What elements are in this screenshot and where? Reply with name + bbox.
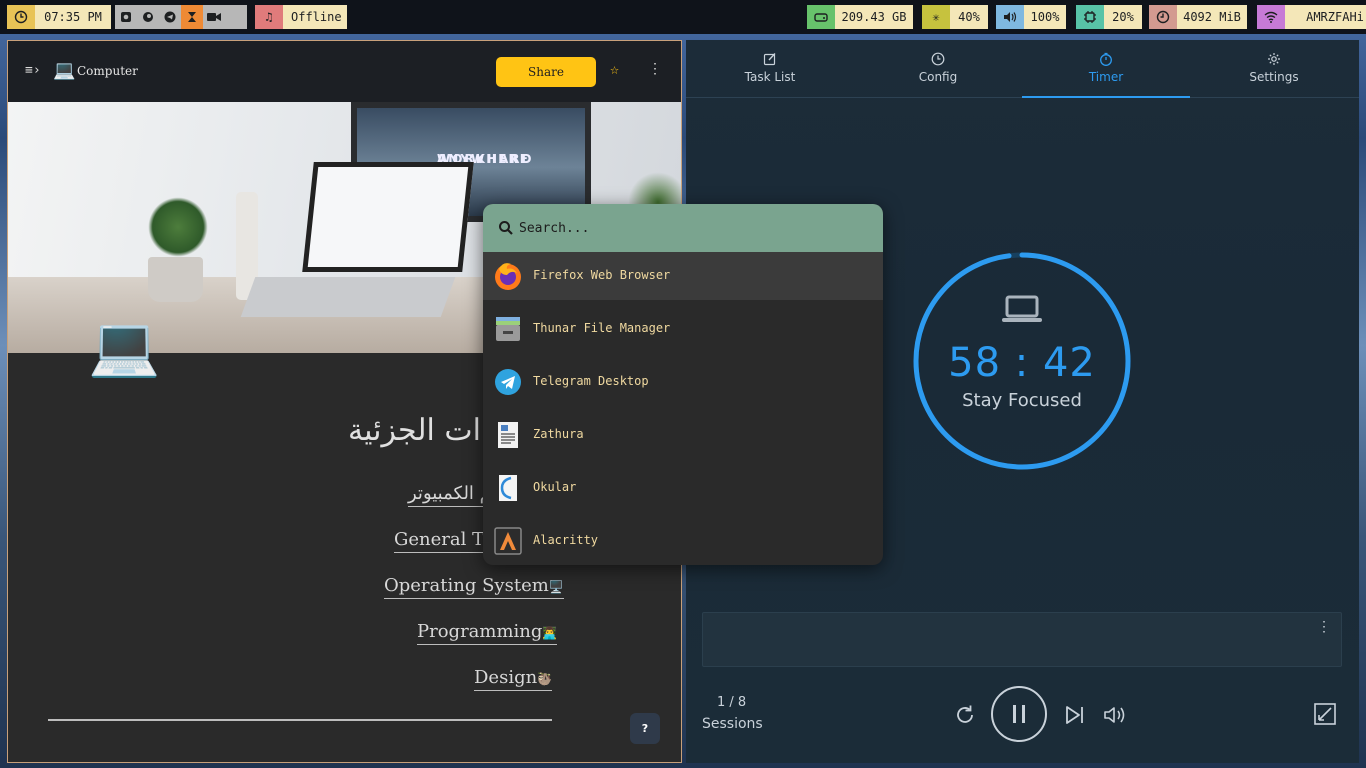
app-name: Alacritty	[533, 533, 599, 547]
gear-icon	[1190, 52, 1358, 68]
hourglass-icon[interactable]	[181, 5, 203, 29]
volume-icon[interactable]	[1102, 702, 1130, 728]
timer-icon	[1022, 52, 1190, 68]
speaker-icon	[996, 5, 1024, 29]
app-launcher: Firefox Web Browser Thunar File Manager …	[483, 204, 883, 565]
site-header: ≡› 💻 Computer Share ☆ ⋮	[8, 41, 681, 102]
app-name: Okular	[533, 480, 577, 494]
pause-icon	[1013, 705, 1025, 723]
reset-icon[interactable]	[952, 702, 978, 728]
search-input[interactable]	[519, 218, 859, 238]
tab-timer[interactable]: Timer	[1022, 40, 1190, 98]
temperature-module[interactable]: 20%	[1076, 5, 1142, 29]
app-name: Telegram Desktop	[533, 374, 649, 388]
tab-bar: Task List Config Timer Settings	[686, 40, 1359, 98]
cpu-usage: 40%	[950, 5, 988, 29]
laptop-icon: 💻	[53, 60, 76, 81]
music-status: Offline	[283, 5, 347, 29]
cpu-load-icon: ✳	[922, 5, 950, 29]
app-item-okular[interactable]: Okular	[483, 464, 883, 512]
timer-label: Stay Focused	[962, 390, 1082, 411]
video-camera-icon[interactable]	[203, 5, 225, 29]
terminal-icon	[494, 527, 522, 555]
nav-link-design[interactable]: Design🦥	[474, 667, 553, 691]
timer-time: 58 : 42	[948, 340, 1096, 386]
clock-module[interactable]: 07:35 PM	[7, 5, 111, 29]
network-name: AMRZFAHi	[1285, 5, 1366, 29]
search-bar	[483, 204, 883, 252]
star-icon[interactable]: ☆	[610, 60, 619, 78]
tab-task-list[interactable]: Task List	[686, 40, 854, 98]
pause-button[interactable]	[991, 686, 1047, 742]
top-bar: 07:35 PM ♫ Offline 209.43 GB ✳ 40% 100% …	[0, 0, 1366, 34]
divider	[48, 719, 552, 721]
help-button[interactable]: ?	[630, 713, 660, 744]
site-title[interactable]: Computer	[77, 64, 138, 78]
page-icon: 💻	[88, 312, 161, 380]
telegram-icon[interactable]	[159, 5, 181, 29]
share-button[interactable]: Share	[496, 57, 596, 87]
app-item-firefox[interactable]: Firefox Web Browser	[483, 252, 883, 300]
task-note-card[interactable]: ⋮	[702, 612, 1342, 667]
okular-icon	[499, 475, 517, 501]
app-name: Thunar File Manager	[533, 321, 671, 335]
search-icon	[499, 221, 513, 235]
laptop-icon	[1002, 295, 1042, 322]
app-name: Zathura	[533, 427, 584, 441]
app-item-thunar[interactable]: Thunar File Manager	[483, 305, 883, 353]
firefox-icon	[495, 263, 521, 290]
menu-toggle-icon[interactable]: ≡›	[25, 63, 41, 78]
volume-module[interactable]: 100%	[996, 5, 1066, 29]
app-item-telegram[interactable]: Telegram Desktop	[483, 358, 883, 406]
sessions-count: 1 / 8	[717, 695, 747, 710]
music-module[interactable]: ♫ Offline	[255, 5, 347, 29]
cpu-module[interactable]: ✳ 40%	[922, 5, 988, 29]
clock-time: 07:35 PM	[35, 5, 111, 29]
temperature-value: 20%	[1104, 5, 1142, 29]
music-note-icon: ♫	[255, 5, 283, 29]
chip-icon	[1076, 5, 1104, 29]
network-module[interactable]: AMRZFAHi	[1257, 5, 1366, 29]
nav-link-programming[interactable]: Programming👨‍💻	[417, 621, 558, 645]
memory-module[interactable]: 4092 MiB	[1149, 5, 1247, 29]
more-options-icon[interactable]: ⋮	[648, 61, 662, 77]
more-options-icon[interactable]: ⋮	[1317, 619, 1331, 635]
clock-icon	[854, 52, 1022, 68]
clock-icon	[7, 5, 35, 29]
sessions-label: Sessions	[702, 716, 763, 732]
app-item-alacritty[interactable]: Alacritty	[483, 517, 883, 565]
workspace-apps	[115, 5, 247, 29]
disk-module[interactable]: 209.43 GB	[807, 5, 913, 29]
memory-usage: 4092 MiB	[1177, 5, 1247, 29]
disk-usage: 209.43 GB	[835, 5, 913, 29]
file-manager-icon	[496, 317, 520, 341]
telegram-icon	[495, 369, 521, 395]
app-item-zathura[interactable]: Zathura	[483, 411, 883, 459]
nav-link-general-tutorials[interactable]: General Tu	[394, 529, 496, 553]
screenshot-icon[interactable]	[115, 5, 137, 29]
sloth-icon: 🦥	[537, 672, 553, 686]
wifi-icon	[1257, 5, 1285, 29]
disk-icon	[807, 5, 835, 29]
tab-config[interactable]: Config	[854, 40, 1022, 98]
nav-link-operating-system[interactable]: Operating System🖥️	[384, 575, 564, 599]
firefox-icon[interactable]	[137, 5, 159, 29]
skip-next-icon[interactable]	[1062, 702, 1088, 728]
volume-level: 100%	[1024, 5, 1066, 29]
desktop-computer-icon: 🖥️	[548, 580, 564, 594]
document-viewer-icon	[498, 422, 518, 448]
tab-settings[interactable]: Settings	[1190, 40, 1358, 98]
technologist-icon: 👨‍💻	[542, 626, 558, 640]
fullscreen-icon[interactable]	[1313, 702, 1337, 726]
edit-icon	[686, 52, 854, 68]
app-name: Firefox Web Browser	[533, 268, 671, 282]
memory-icon	[1149, 5, 1177, 29]
